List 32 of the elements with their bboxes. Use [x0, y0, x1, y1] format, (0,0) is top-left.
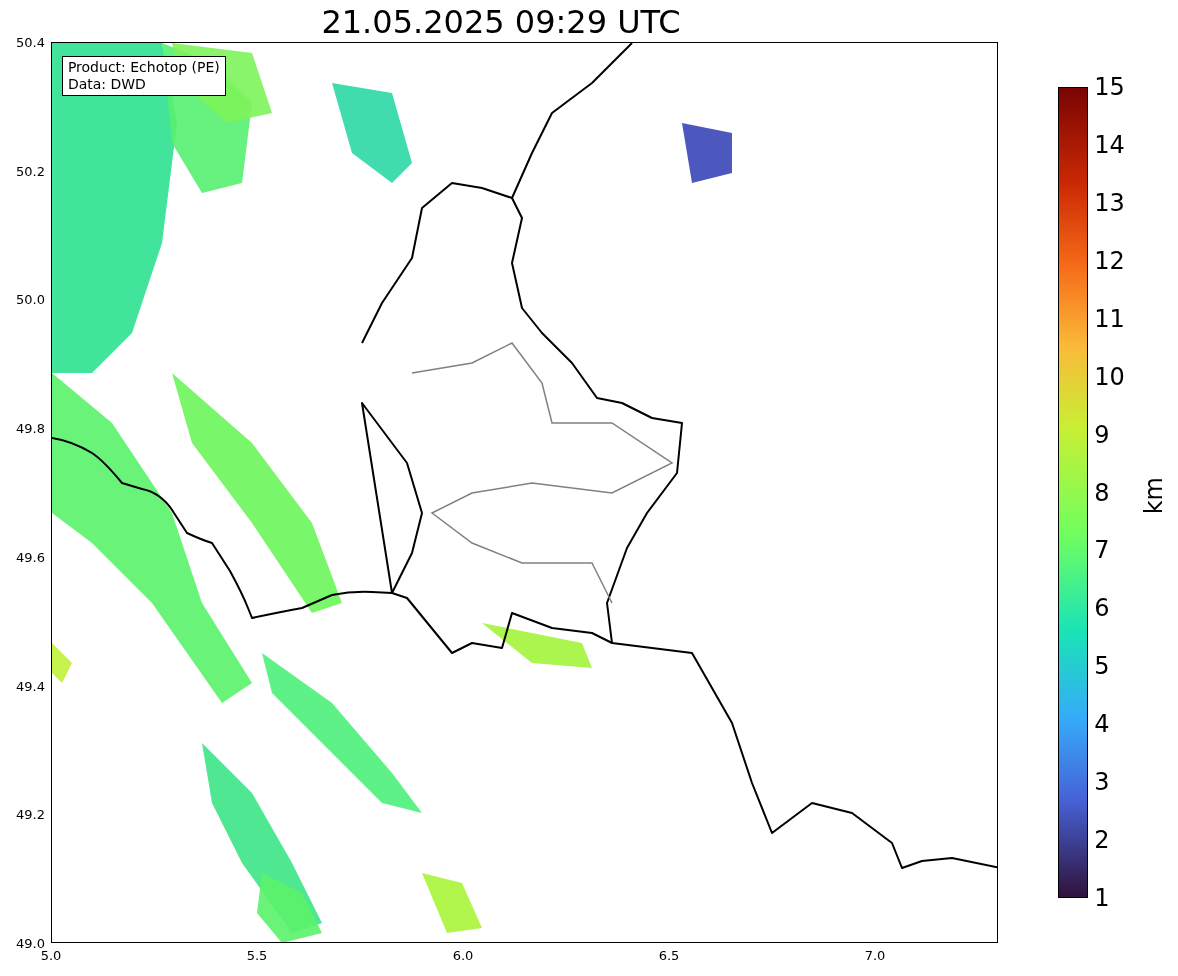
colorbar-tick-label: 8: [1094, 479, 1110, 506]
y-tick-label: 49.2: [15, 806, 45, 822]
y-tick-label: 49.4: [15, 678, 45, 694]
colorbar-tick-label: 1: [1094, 885, 1110, 911]
colorbar-tick-label: 14: [1094, 131, 1125, 158]
colorbar-tick-label: 2: [1094, 827, 1110, 854]
colorbar-tick-label: 13: [1094, 189, 1125, 216]
colorbar-tick-label: 15: [1094, 74, 1125, 100]
legend-text: Product: Echotop (PE): [67, 59, 220, 76]
colorbar-tick-label: 10: [1094, 363, 1125, 390]
y-tick-label: 50.2: [15, 163, 45, 179]
x-tick-label: 6.0: [452, 948, 474, 963]
y-tick-label: 49.6: [15, 549, 45, 565]
y-tick-label: 49.8: [15, 420, 45, 436]
chart-title: 21.05.2025 09:29 UTC: [321, 2, 681, 42]
colorbar-tick-label: 9: [1094, 421, 1110, 448]
y-tick-label: 50.0: [15, 291, 45, 307]
colorbar-label: km: [1140, 477, 1169, 515]
y-tick-label: 49.0: [15, 935, 45, 951]
legend-text: Data: DWD: [67, 76, 147, 93]
colorbar-tick-label: 11: [1094, 305, 1125, 332]
colorbar-tick-label: 5: [1094, 653, 1110, 680]
colorbar-tick-label: 3: [1094, 769, 1110, 796]
x-tick-label: 5.5: [246, 948, 268, 963]
x-tick-label: 7.0: [864, 948, 886, 963]
colorbar-tick-label: 7: [1094, 537, 1110, 564]
colorbar-tick-label: 6: [1094, 595, 1110, 622]
colorbar-tick-label: 4: [1094, 711, 1110, 738]
colorbar-tick-label: 12: [1094, 247, 1125, 274]
x-tick-label: 5.0: [40, 948, 62, 963]
y-tick-label: 50.4: [15, 34, 45, 50]
x-tick-label: 6.5: [658, 948, 680, 963]
